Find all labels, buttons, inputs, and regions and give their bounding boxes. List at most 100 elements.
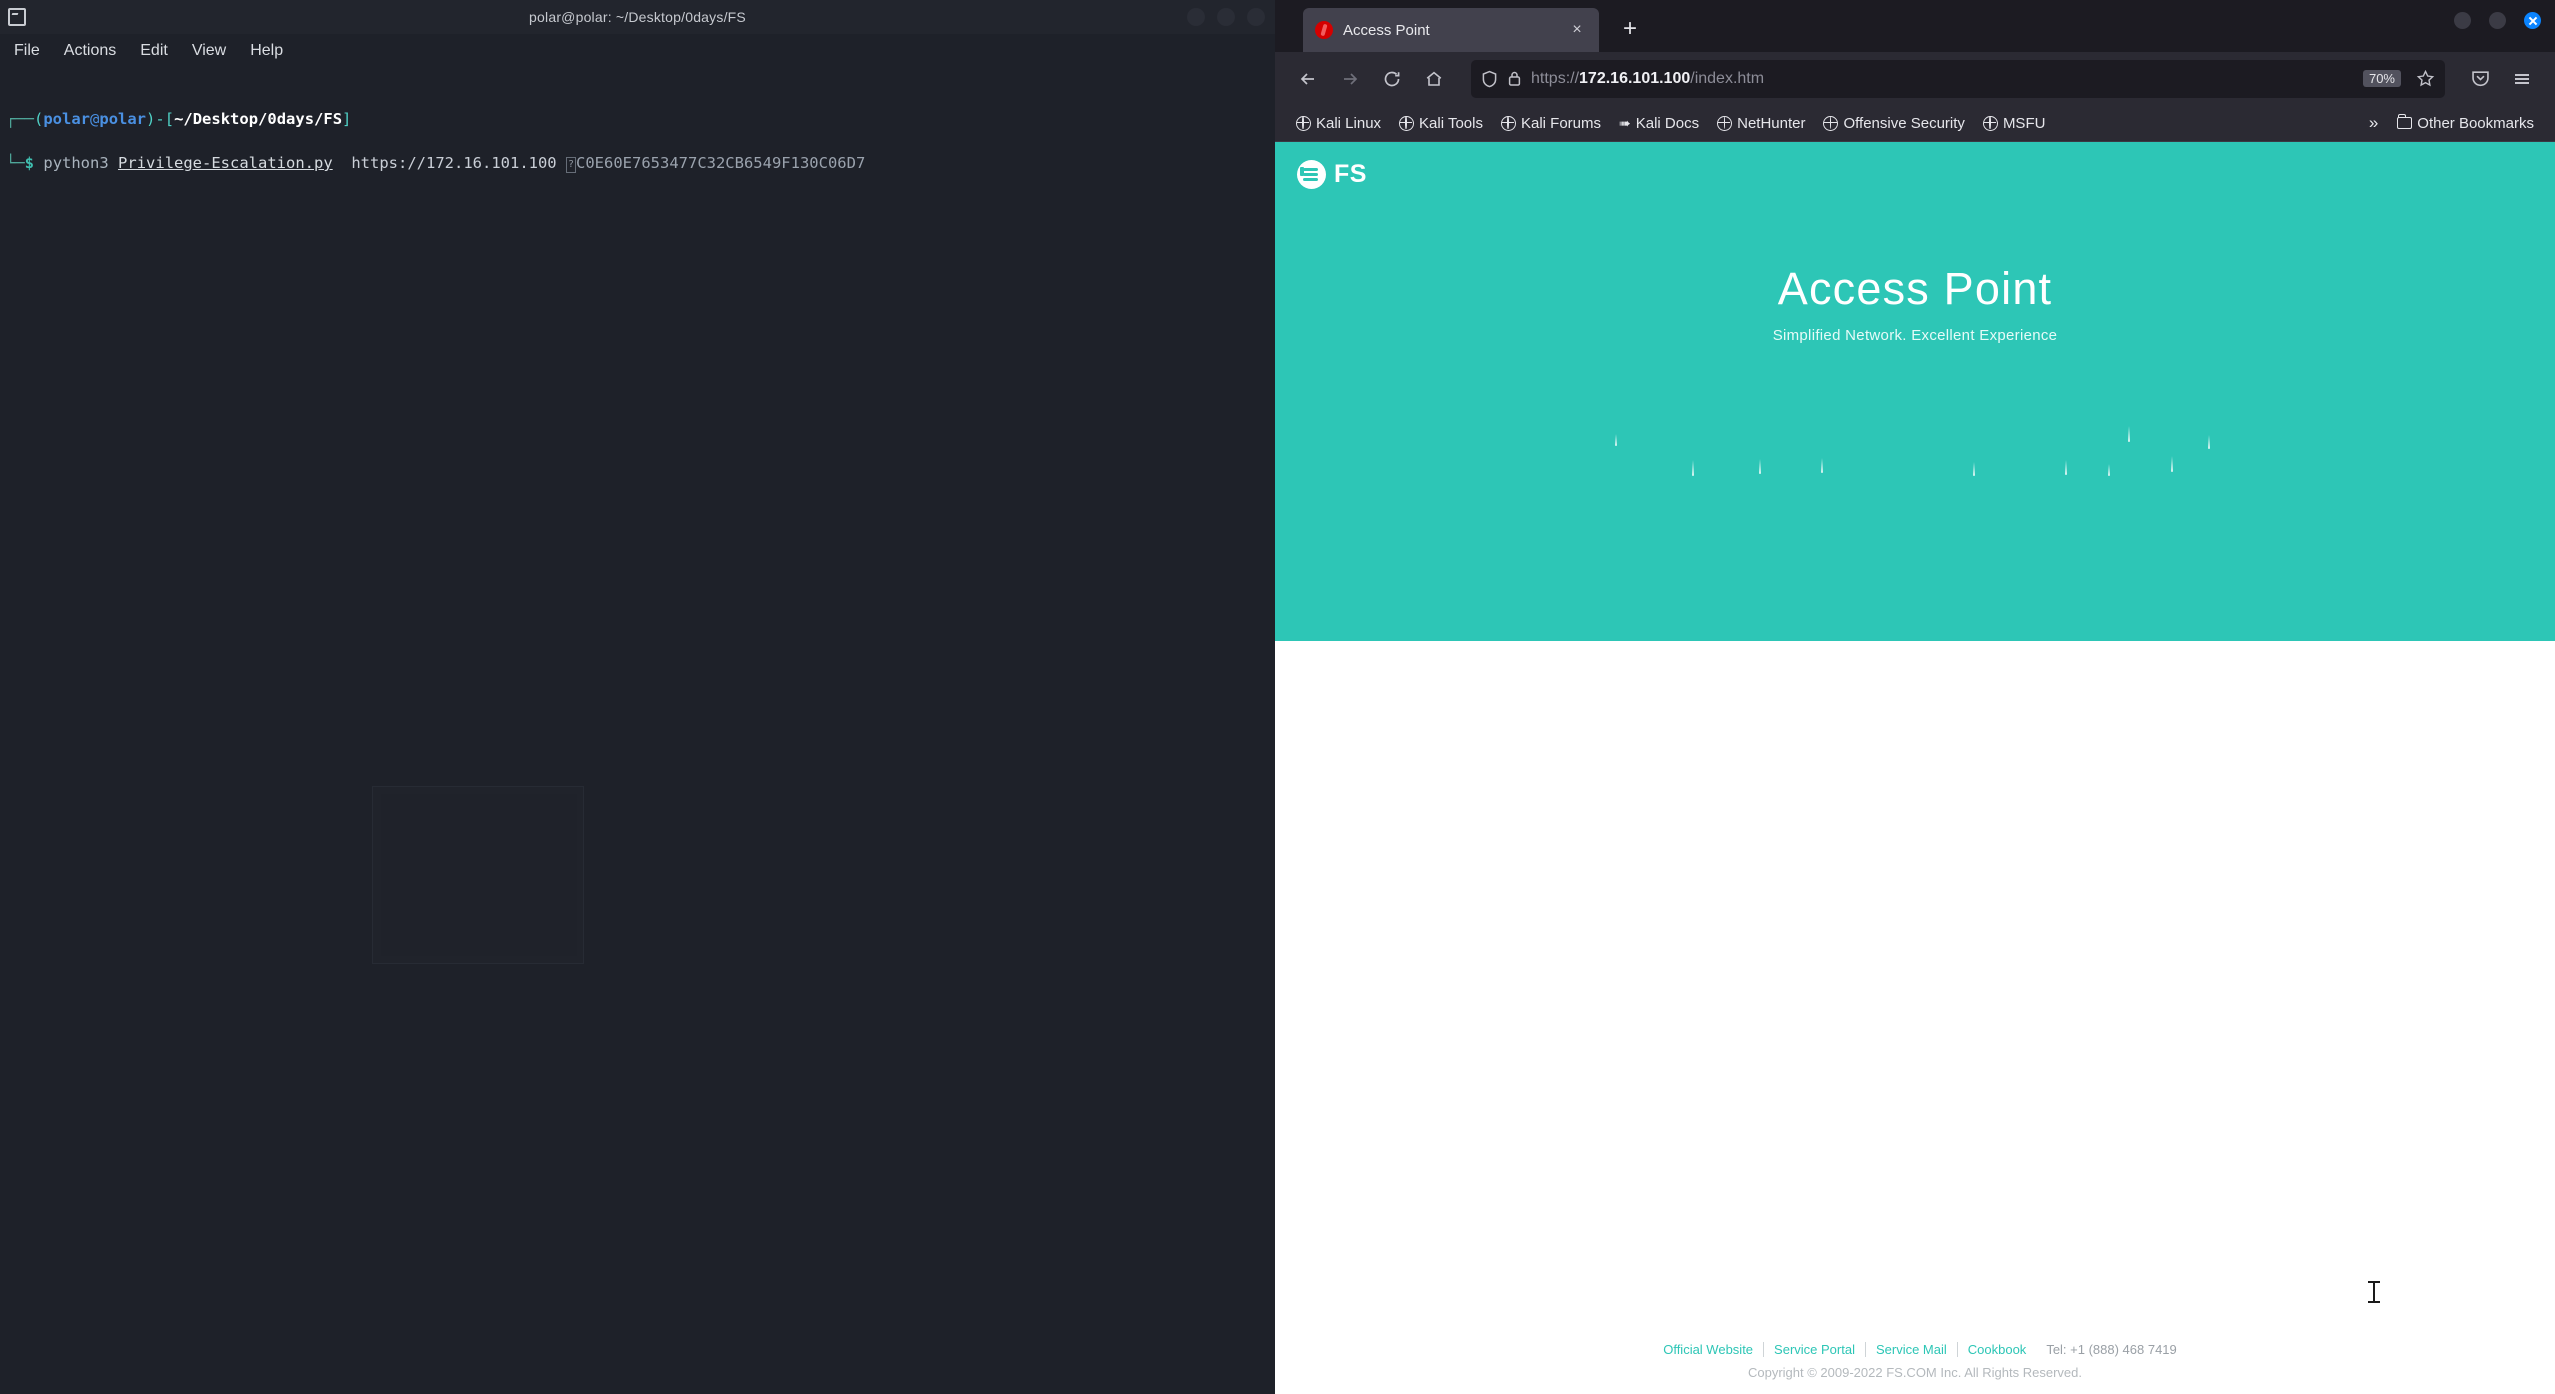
folder-icon — [2397, 114, 2413, 129]
fs-logo[interactable]: FS — [1297, 160, 1367, 189]
new-tab-button[interactable]: + — [1615, 14, 1645, 44]
decorative-drop — [1973, 462, 1975, 476]
bookmark-label: Kali Forums — [1520, 114, 1602, 132]
terminal-menubar: File Actions Edit View Help — [0, 34, 1275, 68]
prompt-at: @ — [90, 110, 100, 128]
terminal-render-artifact — [372, 786, 584, 964]
browser-maximize-button[interactable] — [2489, 12, 2506, 29]
reload-button[interactable] — [1373, 60, 1411, 98]
decorative-drop — [1759, 459, 1761, 474]
terminal-output[interactable]: ┌──(polar@polar)-[~/Desktop/0days/FS] └─… — [0, 68, 1275, 218]
bookmark-label: Kali Linux — [1316, 114, 1382, 132]
bookmark-kali-docs[interactable]: ➠ Kali Docs — [1610, 112, 1708, 135]
globe-icon — [1500, 115, 1516, 131]
browser-minimize-button[interactable] — [2454, 12, 2471, 29]
command-target-url: https://172.16.101.100 — [351, 154, 557, 172]
tab-close-icon[interactable]: × — [1567, 20, 1587, 40]
mouse-text-cursor — [2368, 1281, 2380, 1303]
shield-icon[interactable] — [1481, 70, 1498, 88]
app-menu-button[interactable] — [2503, 60, 2541, 98]
menu-help[interactable]: Help — [250, 42, 283, 60]
menu-view[interactable]: View — [192, 42, 226, 60]
footer-link-cookbook[interactable]: Cookbook — [1958, 1342, 2037, 1357]
footer-link-service-mail[interactable]: Service Mail — [1866, 1342, 1958, 1357]
prompt-corner-bottom: └─ — [6, 154, 25, 172]
unknown-glyph-box: ? — [566, 157, 576, 173]
decorative-drop — [2065, 460, 2067, 475]
footer-link-service-portal[interactable]: Service Portal — [1764, 1342, 1866, 1357]
fs-logo-mark-icon — [1297, 160, 1326, 189]
globe-icon — [1296, 115, 1311, 131]
prompt-path: ~/Desktop/0days/FS — [174, 110, 343, 128]
tab-favicon-icon — [1315, 21, 1333, 39]
bookmark-kali-linux[interactable]: Kali Linux — [1287, 112, 1390, 135]
bookmark-label: Kali Docs — [1635, 114, 1700, 132]
screen-root: polar@polar: ~/Desktop/0days/FS File Act… — [0, 0, 2555, 1394]
globe-icon — [1823, 115, 1839, 131]
terminal-title: polar@polar: ~/Desktop/0days/FS — [529, 9, 746, 25]
home-button[interactable] — [1415, 60, 1453, 98]
web-page-content: FS Access Point Simplified Network. Exce… — [1275, 142, 2555, 1394]
browser-window-controls[interactable] — [2454, 12, 2541, 29]
bookmark-label: Offensive Security — [1843, 114, 1965, 132]
browser-close-button[interactable] — [2524, 12, 2541, 29]
url-host: 172.16.101.100 — [1579, 69, 1691, 87]
browser-tabstrip: Access Point × + — [1275, 0, 2555, 52]
terminal-window: polar@polar: ~/Desktop/0days/FS File Act… — [0, 0, 1275, 1394]
page-title: Access Point — [1777, 263, 2053, 314]
url-prefix: https:// — [1531, 69, 1580, 87]
forward-button[interactable] — [1331, 60, 1369, 98]
command-hash: C0E60E7653477C32CB6549F130C06D7 — [576, 154, 866, 172]
terminal-icon — [8, 8, 26, 26]
terminal-window-controls[interactable] — [1187, 8, 1265, 26]
other-bookmarks-label: Other Bookmarks — [2417, 114, 2534, 132]
url-text[interactable]: https://172.16.101.100/index.htm — [1531, 70, 2354, 88]
decorative-drop — [1615, 434, 1617, 446]
globe-icon — [1982, 115, 1998, 131]
prompt-corner-top: ┌── — [6, 110, 34, 128]
decorative-drop — [2108, 464, 2110, 476]
terminal-close-button[interactable] — [1247, 8, 1265, 26]
bookmarks-bar: Kali Linux Kali Tools Kali Forums ➠ Kali… — [1275, 105, 2555, 142]
zoom-level-badge[interactable]: 70% — [2362, 70, 2401, 87]
footer-copyright: Copyright © 2009-2022 FS.COM Inc. All Ri… — [1747, 1365, 2082, 1380]
prompt-host: polar — [99, 110, 147, 128]
menu-file[interactable]: File — [14, 42, 40, 60]
browser-navbar: https://172.16.101.100/index.htm 70% — [1275, 52, 2555, 105]
tab-access-point[interactable]: Access Point × — [1303, 8, 1599, 52]
bookmark-kali-tools[interactable]: Kali Tools — [1390, 112, 1492, 135]
dragon-icon: ➠ — [1619, 114, 1631, 131]
url-path: /index.htm — [1690, 69, 1765, 87]
bookmark-other-bookmarks[interactable]: Other Bookmarks — [2388, 112, 2543, 135]
prompt-symbol: $ — [24, 154, 35, 172]
terminal-prompt-line: ┌──(polar@polar)-[~/Desktop/0days/FS] — [6, 110, 352, 128]
decorative-drop — [1821, 458, 1823, 473]
page-footer: Official Website Service Portal Service … — [1275, 1342, 2555, 1380]
bookmark-offensive-security[interactable]: Offensive Security — [1814, 112, 1973, 135]
pocket-button[interactable] — [2461, 60, 2499, 98]
command-interpreter: python3 — [43, 154, 109, 172]
tab-title: Access Point — [1343, 21, 1430, 39]
menu-actions[interactable]: Actions — [64, 42, 116, 60]
footer-telephone: Tel: +1 (888) 468 7419 — [2046, 1342, 2177, 1357]
decorative-drop — [2128, 426, 2130, 442]
bookmark-kali-forums[interactable]: Kali Forums — [1492, 112, 1610, 135]
back-button[interactable] — [1289, 60, 1327, 98]
lock-icon[interactable] — [1507, 70, 1522, 87]
bookmark-star-icon[interactable] — [2416, 69, 2435, 88]
bookmark-label: Kali Tools — [1419, 114, 1483, 132]
fs-logo-text: FS — [1334, 160, 1367, 188]
page-subtitle: Simplified Network. Excellent Experience — [1772, 327, 2058, 344]
bookmark-label: NetHunter — [1737, 114, 1806, 132]
terminal-maximize-button[interactable] — [1217, 8, 1235, 26]
address-bar[interactable]: https://172.16.101.100/index.htm 70% — [1471, 59, 2445, 98]
bookmark-nethunter[interactable]: NetHunter — [1708, 112, 1814, 135]
terminal-minimize-button[interactable] — [1187, 8, 1205, 26]
globe-icon — [1717, 115, 1733, 131]
menu-edit[interactable]: Edit — [140, 42, 168, 60]
footer-link-official-website[interactable]: Official Website — [1653, 1342, 1765, 1357]
bookmarks-overflow-button[interactable]: » — [2359, 113, 2388, 133]
terminal-command-line: └─$ python3 Privilege-Escalation.py http… — [6, 152, 1275, 174]
bookmark-msfu[interactable]: MSFU — [1974, 112, 2055, 135]
prompt-user: polar — [43, 110, 91, 128]
